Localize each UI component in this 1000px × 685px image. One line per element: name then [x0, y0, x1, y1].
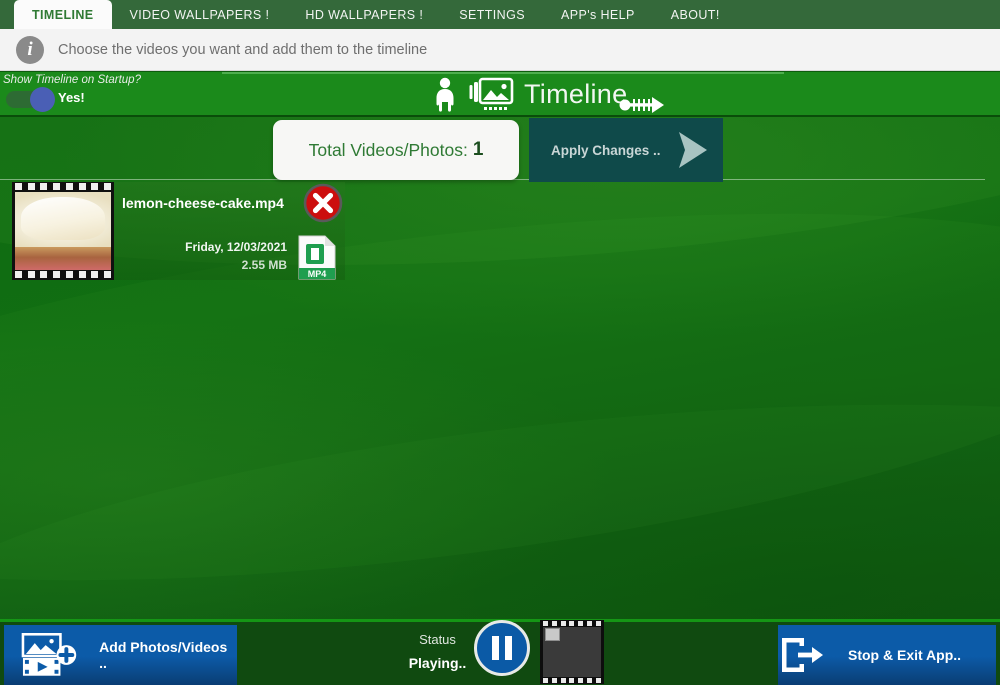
mp4-file-icon: MP4 [298, 235, 336, 280]
video-filename: lemon-cheese-cake.mp4 [122, 195, 284, 211]
video-date: Friday, 12/03/2021 [185, 240, 287, 254]
app-window: TIMELINE VIDEO WALLPAPERS ! HD WALLPAPER… [0, 0, 1000, 685]
background-wave-3 [0, 352, 1000, 619]
add-photos-videos-button[interactable]: Add Photos/Videos .. [4, 625, 237, 685]
placeholder-inner [543, 627, 601, 677]
tab-apps-help-label: APP's HELP [560, 7, 635, 22]
tab-timeline-label: TIMELINE [32, 7, 94, 22]
apply-changes-label: Apply Changes .. [551, 142, 661, 158]
tab-video-wallpapers-label: VIDEO WALLPAPERS ! [129, 7, 270, 22]
info-bar-text: Choose the videos you want and add them … [58, 41, 428, 58]
delete-circle-x-icon[interactable] [303, 183, 343, 223]
status-value: Playing.. [408, 655, 467, 671]
timeline-arrow-icon [619, 96, 665, 113]
tab-timeline[interactable]: TIMELINE [14, 0, 112, 29]
placeholder-perforations-top [543, 621, 601, 626]
tab-about-label: ABOUT! [670, 7, 720, 22]
film-perforations-top [15, 183, 111, 191]
exit-door-arrow-icon [782, 638, 823, 672]
total-badge-count: 1 [472, 139, 484, 160]
show-timeline-on-startup-label: Show Timeline on Startup? [3, 74, 141, 86]
info-icon: i [16, 35, 44, 64]
svg-text:MP4: MP4 [308, 269, 327, 279]
tab-apps-help[interactable]: APP's HELP [543, 0, 653, 29]
tab-hd-wallpapers[interactable]: HD WALLPAPERS ! [287, 0, 441, 29]
show-timeline-toggle[interactable] [6, 87, 55, 112]
timeline-title-group: Timeline [430, 72, 665, 117]
tab-video-wallpapers[interactable]: VIDEO WALLPAPERS ! [112, 0, 288, 29]
toggle-knob [30, 87, 55, 112]
play-arrow-icon [678, 132, 707, 168]
tab-hd-wallpapers-label: HD WALLPAPERS ! [305, 7, 424, 22]
toggle-value-label: Yes! [58, 90, 85, 105]
timeline-header-bar: Show Timeline on Startup? Yes! Timeline [0, 72, 1000, 117]
table-row[interactable]: lemon-cheese-cake.mp4 Friday, 12/03/2021… [12, 182, 345, 280]
placeholder-perforations-bottom [543, 678, 601, 683]
pause-bar-left [492, 636, 499, 660]
film-perforations-bottom [15, 271, 111, 279]
timeline-title: Timeline [524, 79, 628, 109]
stop-exit-app-label: Stop & Exit App.. [848, 647, 962, 663]
thumbnail-image [15, 192, 111, 270]
total-badge-label: Total Videos/Photos: [308, 139, 468, 160]
tab-about[interactable]: ABOUT! [653, 0, 738, 29]
video-filesize: 2.55 MB [241, 258, 287, 272]
film-strip-placeholder [540, 620, 604, 684]
info-bar: i Choose the videos you want and add the… [0, 29, 1000, 71]
tab-bar: TIMELINE VIDEO WALLPAPERS ! HD WALLPAPER… [0, 0, 1000, 29]
stop-exit-app-button[interactable]: Stop & Exit App.. [778, 625, 996, 685]
photos-icon [469, 77, 514, 110]
pause-button[interactable] [474, 620, 530, 676]
add-photos-videos-icon [21, 633, 77, 676]
person-walking-icon [436, 77, 454, 112]
total-videos-photos-badge: Total Videos/Photos: 1 [273, 120, 519, 180]
broken-image-icon [545, 628, 560, 641]
status-label: Status [419, 632, 456, 647]
video-thumbnail [12, 182, 114, 280]
status-group: Status Playing.. [390, 632, 485, 671]
tab-settings-label: SETTINGS [459, 7, 525, 22]
pause-bar-right [505, 636, 512, 660]
apply-changes-button[interactable]: Apply Changes .. [529, 118, 723, 182]
add-photos-videos-label: Add Photos/Videos .. [99, 639, 228, 671]
tab-settings[interactable]: SETTINGS [441, 0, 543, 29]
